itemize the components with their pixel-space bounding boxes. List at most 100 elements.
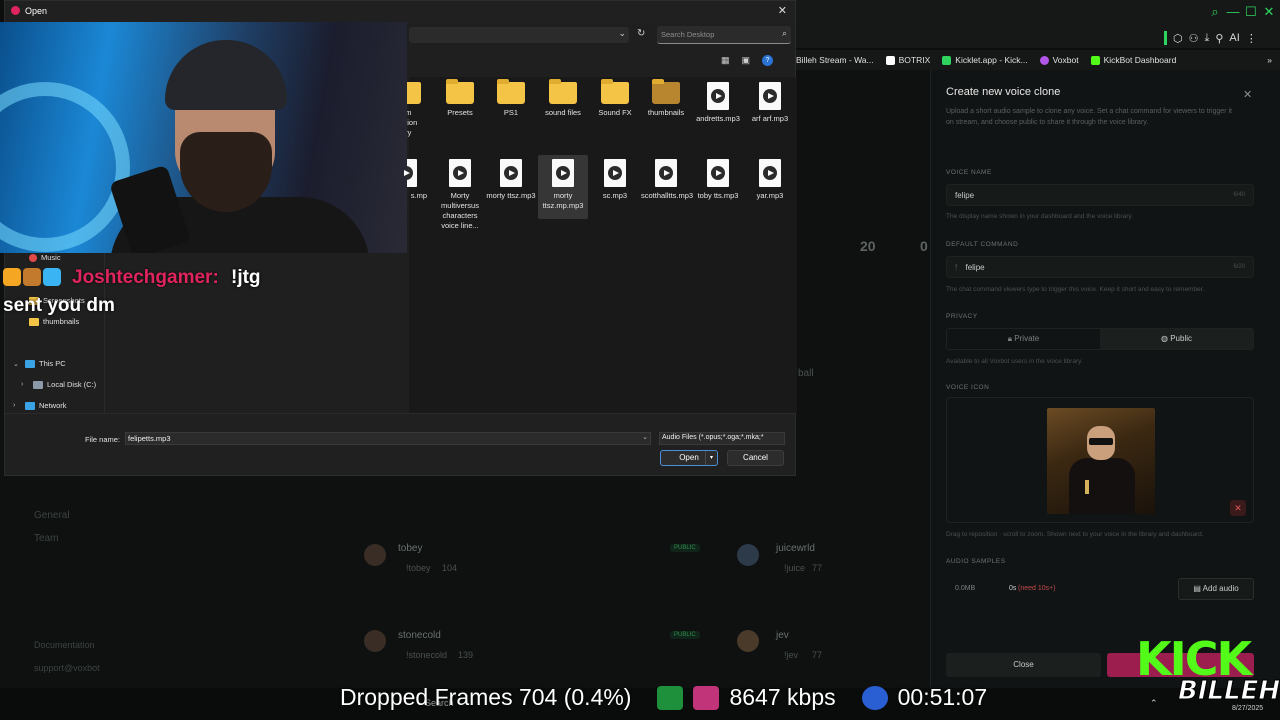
- file-item[interactable]: thumbnails: [641, 79, 691, 118]
- file-name-input[interactable]: felipetts.mp3 ⌄: [125, 432, 651, 445]
- nav-general[interactable]: General: [34, 510, 70, 521]
- close-icon[interactable]: ✕: [778, 4, 787, 17]
- nav-item-music[interactable]: Music: [29, 253, 61, 262]
- drive-icon: [33, 380, 43, 389]
- footer-support-link[interactable]: support@voxbot: [34, 663, 100, 673]
- broadcast-icon: [693, 685, 720, 710]
- panel-title: Create new voice clone: [946, 86, 1061, 98]
- chevron-down-icon[interactable]: ⌄: [618, 28, 626, 39]
- stat-value: 20: [860, 238, 876, 254]
- file-item[interactable]: yar.mp3: [745, 159, 795, 201]
- remove-icon-button[interactable]: ✕: [1230, 500, 1246, 516]
- file-item[interactable]: PS1: [486, 79, 536, 118]
- preview-pane-icon[interactable]: ▣: [742, 55, 751, 66]
- audio-size: 0.0MB: [955, 585, 976, 592]
- bitrate: 8647 kbps: [729, 684, 836, 710]
- audio-file-icon: [604, 159, 626, 187]
- bookmark-voxbot[interactable]: Voxbot: [1039, 55, 1079, 65]
- voice-command: !stonecold: [406, 650, 448, 660]
- folder-icon: [601, 79, 629, 104]
- nav-item-thumbnails[interactable]: thumbnails: [29, 317, 79, 326]
- webcam-overlay: [0, 22, 407, 253]
- bookmark-botrix[interactable]: BOTRIX: [885, 55, 930, 65]
- extensions-icon[interactable]: ⬡: [1173, 32, 1183, 45]
- bookmark-billeh-stream[interactable]: Billeh Stream - Wa...: [796, 55, 874, 65]
- file-item-selected[interactable]: morty ttsz.mp.mp3: [538, 155, 588, 219]
- view-mode-icon[interactable]: ▦: [721, 55, 730, 66]
- help-icon[interactable]: ?: [762, 55, 774, 66]
- dropped-frames: Dropped Frames 704 (0.4%): [340, 684, 632, 710]
- avatar: [737, 630, 759, 652]
- search-icon: ⌕: [781, 28, 787, 38]
- voice-count: 77: [812, 563, 823, 573]
- menu-icon[interactable]: ⋮: [1246, 32, 1257, 45]
- folder-icon: [497, 79, 525, 104]
- file-item[interactable]: Morty multiversus characters voice line.…: [435, 159, 485, 231]
- chevron-down-icon[interactable]: ▾: [705, 451, 717, 465]
- nav-item-network[interactable]: › Network: [13, 401, 67, 410]
- add-audio-button[interactable]: ▤ Add audio: [1178, 578, 1254, 600]
- chat-message-continued: sent you dm: [3, 295, 115, 316]
- voice-icon-image[interactable]: [1047, 408, 1155, 514]
- search-icon[interactable]: ⌕: [1206, 4, 1224, 20]
- voice-command: !jev: [784, 650, 799, 660]
- file-item[interactable]: andretts.mp3: [693, 82, 743, 124]
- search-input[interactable]: Search Desktop ⌕: [657, 26, 791, 44]
- cancel-button[interactable]: Cancel: [727, 450, 784, 466]
- computer-icon: [25, 359, 35, 368]
- file-item[interactable]: Presets: [435, 79, 485, 118]
- chevron-down-icon[interactable]: ⌄: [13, 360, 21, 368]
- file-icon: ▤: [1193, 584, 1201, 593]
- voice-icon-dropzone[interactable]: ✕: [946, 397, 1254, 523]
- voice-name-label: VOICE NAME: [946, 169, 992, 176]
- pin-icon[interactable]: ⚲: [1215, 32, 1223, 45]
- folder-icon: [549, 79, 577, 104]
- chevron-down-icon[interactable]: ⌄: [642, 433, 648, 441]
- voice-name-input[interactable]: felipe 6/40: [946, 184, 1254, 206]
- privacy-private-option[interactable]: 🔒︎ Private: [947, 329, 1100, 349]
- file-item[interactable]: toby tts.mp3: [693, 159, 743, 201]
- footer-docs-link[interactable]: Documentation: [34, 640, 95, 650]
- bookmark-kickbot[interactable]: KickBot Dashboard: [1090, 55, 1176, 65]
- close-button[interactable]: Close: [946, 653, 1101, 677]
- bookmarks-overflow-icon[interactable]: »: [1267, 55, 1272, 65]
- file-item[interactable]: scotthalltts.mp3: [641, 159, 693, 201]
- refresh-icon[interactable]: ↻: [637, 28, 645, 39]
- ai-button[interactable]: AI: [1229, 32, 1239, 44]
- command-input[interactable]: ! felipe 6/20: [946, 256, 1254, 278]
- kickbot-icon: [1090, 55, 1100, 65]
- app-icon: [11, 6, 20, 15]
- privacy-public-option[interactable]: ◍ Public: [1100, 329, 1253, 349]
- chat-username: Joshtechgamer:: [72, 267, 219, 288]
- nav-item-local-disk[interactable]: › Local Disk (C:): [21, 380, 96, 389]
- audio-file-icon: [707, 159, 729, 187]
- maximize-icon[interactable]: ☐: [1242, 4, 1260, 20]
- minimize-icon[interactable]: —: [1224, 4, 1242, 20]
- kicklet-icon: [942, 55, 952, 65]
- open-button[interactable]: Open ▾: [660, 450, 718, 466]
- file-item[interactable]: sound files: [538, 79, 588, 118]
- file-item[interactable]: arf arf.mp3: [745, 82, 795, 124]
- file-item[interactable]: sc.mp3: [590, 159, 640, 201]
- file-type-select[interactable]: Audio Files (*.opus;*.oga;*.mka;*: [659, 432, 785, 445]
- address-bar[interactable]: ⌄: [409, 27, 629, 43]
- bookmark-kicklet[interactable]: Kicklet.app - Kick...: [942, 55, 1028, 65]
- file-item[interactable]: morty ttsz.mp3: [486, 159, 536, 201]
- music-icon: [29, 253, 37, 262]
- nav-team[interactable]: Team: [34, 533, 58, 544]
- close-icon[interactable]: ✕: [1243, 88, 1252, 101]
- file-item[interactable]: Sound FX: [590, 79, 640, 118]
- profile-icon[interactable]: ⚇: [1189, 32, 1199, 45]
- timer-icon: [861, 685, 888, 710]
- chevron-right-icon[interactable]: ›: [21, 381, 29, 388]
- download-icon[interactable]: ⤓: [1204, 32, 1209, 45]
- view-controls: ▦ ▣ ?: [721, 55, 774, 66]
- sub-badge-icon: [3, 268, 21, 286]
- chevron-right-icon[interactable]: ›: [13, 402, 21, 409]
- command-prefix: !: [955, 263, 958, 272]
- nav-item-this-pc[interactable]: ⌄ This PC: [13, 359, 66, 368]
- char-count: 6/20: [1233, 264, 1245, 270]
- close-window-icon[interactable]: ✕: [1260, 4, 1278, 20]
- chat-message: !jtg: [231, 267, 261, 288]
- audio-file-icon: [449, 159, 471, 187]
